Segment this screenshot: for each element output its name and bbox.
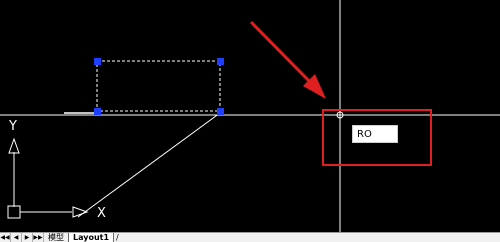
dynamic-input-field[interactable] — [352, 125, 398, 143]
drawing-svg: Y X — [0, 0, 500, 232]
ucs-origin-box-icon — [7, 205, 21, 219]
autocad-window: Y X ◀◀ ◀ ▶ ▶▶ 模型 Layout1 / — [0, 0, 500, 242]
grip-bottom-left[interactable] — [94, 108, 101, 115]
last-layout-button[interactable]: ▶▶ — [33, 233, 44, 242]
grip-top-left[interactable] — [94, 58, 101, 65]
ucs-x-label: X — [97, 206, 106, 221]
layout-tab-bar: ◀◀ ◀ ▶ ▶▶ 模型 Layout1 / — [0, 232, 500, 242]
annotation-arrow-shaft — [249, 20, 314, 86]
prev-layout-button[interactable]: ◀ — [11, 233, 22, 242]
ucs-y-arrow-icon — [8, 137, 20, 154]
drawing-canvas[interactable]: Y X — [0, 0, 500, 232]
tab-layout1[interactable]: Layout1 — [68, 233, 115, 242]
tab-model[interactable]: 模型 — [44, 233, 68, 242]
first-layout-button[interactable]: ◀◀ — [0, 233, 11, 242]
grip-top-right[interactable] — [217, 58, 224, 65]
grip-bottom-right[interactable] — [217, 108, 224, 115]
ucs-y-label: Y — [8, 119, 17, 134]
selected-rectangle[interactable] — [96, 60, 221, 112]
next-layout-button[interactable]: ▶ — [22, 233, 33, 242]
tab-separator: / — [116, 233, 119, 242]
diagonal-line[interactable] — [77, 112, 221, 218]
